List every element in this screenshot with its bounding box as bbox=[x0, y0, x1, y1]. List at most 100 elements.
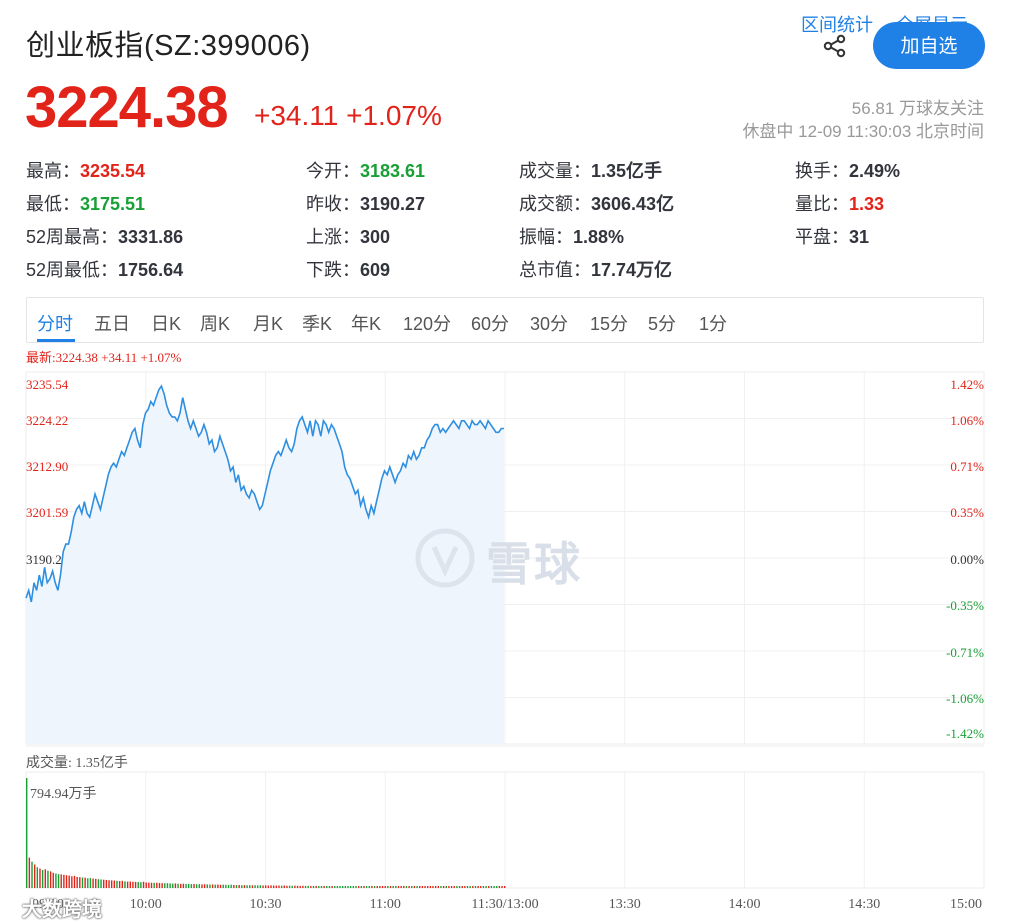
tab-6[interactable]: 年K bbox=[351, 310, 381, 336]
stat-item: 52周最高：3331.86 bbox=[26, 223, 183, 249]
volume-bar bbox=[190, 884, 193, 888]
x-tick-label: 15:00 bbox=[950, 897, 982, 912]
tab-8[interactable]: 60分 bbox=[471, 310, 509, 336]
stat-value: 3175.51 bbox=[80, 194, 146, 214]
volume-bar bbox=[262, 885, 264, 888]
stat-label: 成交额： bbox=[519, 194, 591, 214]
volume-bar bbox=[31, 861, 33, 888]
volume-bar bbox=[323, 886, 325, 888]
volume-bar bbox=[434, 886, 437, 888]
xueqiu-logo-icon bbox=[415, 528, 475, 588]
volume-bar bbox=[379, 886, 381, 888]
volume-bar bbox=[137, 882, 139, 888]
volume-bar bbox=[440, 886, 442, 888]
tab-9[interactable]: 30分 bbox=[530, 310, 568, 336]
stat-label: 52周最高： bbox=[26, 227, 119, 247]
volume-bar bbox=[246, 885, 248, 888]
volume-bar bbox=[158, 883, 161, 888]
volume-bar bbox=[238, 884, 240, 888]
volume-bar bbox=[408, 886, 410, 888]
volume-bar bbox=[241, 885, 243, 888]
volume-bar bbox=[217, 884, 219, 888]
stat-value: 3606.43亿 bbox=[591, 194, 675, 214]
volume-bar bbox=[472, 886, 474, 888]
volume-bar bbox=[265, 885, 267, 888]
volume-bar bbox=[501, 886, 503, 888]
x-tick-label: 14:00 bbox=[728, 897, 761, 912]
stat-label: 52周最低： bbox=[26, 260, 119, 280]
volume-bar bbox=[485, 886, 487, 888]
volume-bar bbox=[368, 886, 370, 888]
change-percent: +1.07% bbox=[346, 100, 442, 131]
volume-bar bbox=[355, 886, 357, 888]
stat-value: 3183.61 bbox=[360, 161, 426, 181]
tab-1[interactable]: 五日 bbox=[94, 310, 130, 336]
volume-bar bbox=[153, 882, 155, 888]
volume-bar bbox=[278, 885, 280, 888]
y-tick-left: 3167.64 bbox=[26, 645, 69, 660]
stat-label: 换手： bbox=[795, 161, 849, 181]
stat-item: 最低：3175.51 bbox=[26, 190, 145, 216]
y-tick-right: 1.42% bbox=[950, 377, 984, 392]
volume-bar bbox=[116, 880, 118, 888]
volume-bar bbox=[172, 883, 174, 888]
x-tick-label: 11:30/13:00 bbox=[471, 897, 539, 912]
volume-bar bbox=[97, 879, 100, 888]
stat-item: 量比：1.33 bbox=[795, 190, 884, 216]
y-tick-right: 0.71% bbox=[950, 459, 984, 474]
volume-bar bbox=[68, 875, 70, 888]
volume-bar bbox=[442, 886, 445, 888]
x-tick-label: 10:30 bbox=[249, 897, 282, 912]
stat-value: 3235.54 bbox=[80, 161, 146, 181]
volume-bar bbox=[450, 886, 453, 888]
volume-bar bbox=[177, 883, 179, 888]
volume-bar bbox=[480, 886, 482, 888]
stat-value: 3190.27 bbox=[360, 194, 426, 214]
y-tick-right: 0.35% bbox=[950, 505, 984, 520]
volume-bar bbox=[283, 885, 285, 888]
tab-12[interactable]: 1分 bbox=[699, 310, 727, 336]
stat-item: 最高：3235.54 bbox=[26, 157, 145, 183]
volume-bar bbox=[373, 886, 376, 888]
volume-bar bbox=[496, 886, 498, 888]
tab-2[interactable]: 日K bbox=[151, 310, 181, 336]
volume-bar bbox=[504, 886, 506, 888]
volume-bar bbox=[110, 880, 113, 888]
volume-bar bbox=[294, 885, 296, 888]
volume-bar bbox=[280, 885, 283, 888]
volume-bar bbox=[395, 886, 397, 888]
volume-bar bbox=[461, 886, 463, 888]
tab-4[interactable]: 月K bbox=[253, 310, 283, 336]
tab-0[interactable]: 分时 bbox=[37, 310, 73, 336]
volume-bar bbox=[105, 879, 108, 888]
volume-bar bbox=[389, 886, 392, 888]
volume-bar bbox=[424, 886, 426, 888]
volume-bar bbox=[164, 883, 166, 888]
y-tick-left: 3235.54 bbox=[26, 377, 69, 392]
stat-label: 最低： bbox=[26, 194, 80, 214]
tab-11[interactable]: 5分 bbox=[648, 310, 676, 336]
stat-item: 换手：2.49% bbox=[795, 157, 900, 183]
tab-3[interactable]: 周K bbox=[200, 310, 230, 336]
fullscreen-button[interactable]: 全屏显示 bbox=[896, 11, 968, 37]
volume-bar bbox=[103, 879, 105, 888]
volume-bar bbox=[166, 883, 169, 888]
volume-bar bbox=[57, 874, 60, 888]
y-tick-left: 3212.90 bbox=[26, 459, 68, 474]
y-tick-left: 3156.32 bbox=[26, 691, 68, 706]
tab-10[interactable]: 15分 bbox=[590, 310, 628, 336]
tab-5[interactable]: 季K bbox=[302, 310, 332, 336]
stat-label: 成交量： bbox=[519, 161, 591, 181]
volume-bar bbox=[432, 886, 434, 888]
volume-bar bbox=[71, 876, 73, 888]
tab-7[interactable]: 120分 bbox=[403, 310, 451, 336]
share-icon[interactable] bbox=[822, 34, 848, 58]
y-tick-left: 3190.27 bbox=[26, 552, 69, 567]
volume-bar bbox=[140, 882, 142, 888]
volume-bar bbox=[81, 877, 84, 888]
volume-bar bbox=[187, 883, 190, 888]
range-stats-button[interactable]: 区间统计 bbox=[801, 11, 873, 37]
volume-bar bbox=[33, 864, 36, 888]
stat-label: 下跌： bbox=[306, 260, 360, 280]
volume-max-label: 794.94万手 bbox=[30, 787, 97, 802]
